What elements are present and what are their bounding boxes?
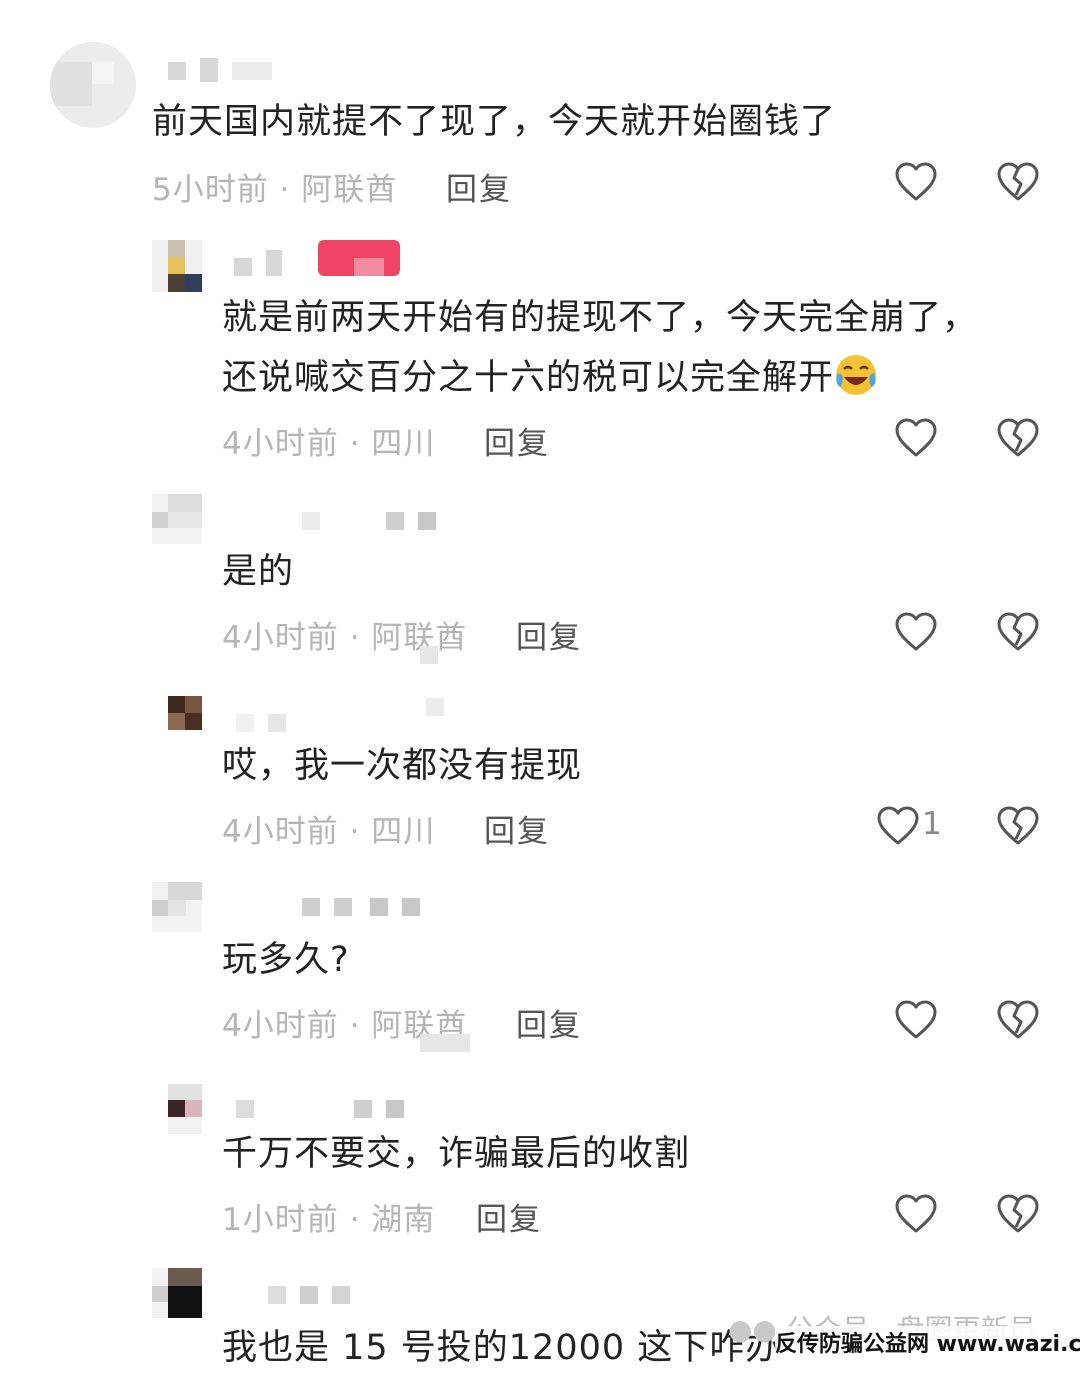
- username[interactable]: [236, 698, 458, 734]
- avatar[interactable]: [50, 42, 136, 128]
- avatar[interactable]: [152, 494, 202, 544]
- reply-button[interactable]: 回复: [516, 1000, 582, 1045]
- heart-outline-icon[interactable]: [894, 418, 938, 458]
- reply-button[interactable]: 回复: [446, 164, 512, 209]
- avatar[interactable]: [168, 1084, 202, 1134]
- comment-text: 就是前两天开始有的提现不了，今天完全崩了，: [222, 298, 979, 338]
- comment-meta: 5小时前 · 阿联酋: [152, 172, 398, 208]
- comment-meta: 4小时前 · 四川: [222, 426, 436, 462]
- site-watermark: 反传防骗公益网 www.wazi.cc: [775, 1326, 1080, 1358]
- heart-outline-icon[interactable]: [894, 162, 938, 202]
- heart-outline-icon[interactable]: [894, 1194, 938, 1234]
- broken-heart-icon[interactable]: [996, 806, 1040, 846]
- comment-text: 我也是 15 号投的12000 这下咋办: [222, 1328, 782, 1368]
- heart-outline-icon[interactable]: [894, 612, 938, 652]
- reply-button[interactable]: 回复: [484, 418, 550, 463]
- reply-button[interactable]: 回复: [484, 806, 550, 851]
- avatar[interactable]: [152, 1268, 202, 1318]
- comment-text: 千万不要交，诈骗最后的收割: [222, 1134, 691, 1174]
- username[interactable]: [302, 512, 450, 532]
- username[interactable]: [236, 1100, 418, 1120]
- username[interactable]: [268, 1286, 364, 1306]
- comment-meta: 1小时前 · 湖南: [222, 1202, 436, 1238]
- broken-heart-icon[interactable]: [996, 1194, 1040, 1234]
- broken-heart-icon[interactable]: [996, 612, 1040, 652]
- reply-button[interactable]: 回复: [476, 1194, 542, 1239]
- comment-text: 玩多久?: [222, 940, 350, 980]
- avatar[interactable]: [168, 696, 202, 730]
- username[interactable]: [234, 250, 296, 278]
- comment-text: 前天国内就提不了现了，今天就开始圈钱了: [152, 102, 837, 142]
- avatar[interactable]: [152, 882, 202, 932]
- comment-text: 是的: [222, 552, 295, 592]
- comment-text-line2: 还说喊交百分之十六的税可以完全解开: [222, 348, 878, 408]
- wechat-icon: ●●: [728, 1313, 777, 1346]
- laughing-crying-emoji: [836, 355, 877, 395]
- author-badge: [318, 240, 400, 276]
- heart-outline-icon[interactable]: [876, 806, 920, 846]
- like-count: 1: [922, 806, 942, 842]
- username[interactable]: [168, 58, 286, 82]
- broken-heart-icon[interactable]: [996, 162, 1040, 202]
- reply-button[interactable]: 回复: [516, 612, 582, 657]
- username[interactable]: [302, 898, 434, 918]
- broken-heart-icon[interactable]: [996, 418, 1040, 458]
- heart-outline-icon[interactable]: [894, 1000, 938, 1040]
- comment-meta: 4小时前 · 四川: [222, 814, 436, 850]
- broken-heart-icon[interactable]: [996, 1000, 1040, 1040]
- comment-text: 哎，我一次都没有提现: [222, 746, 583, 786]
- avatar[interactable]: [152, 240, 202, 292]
